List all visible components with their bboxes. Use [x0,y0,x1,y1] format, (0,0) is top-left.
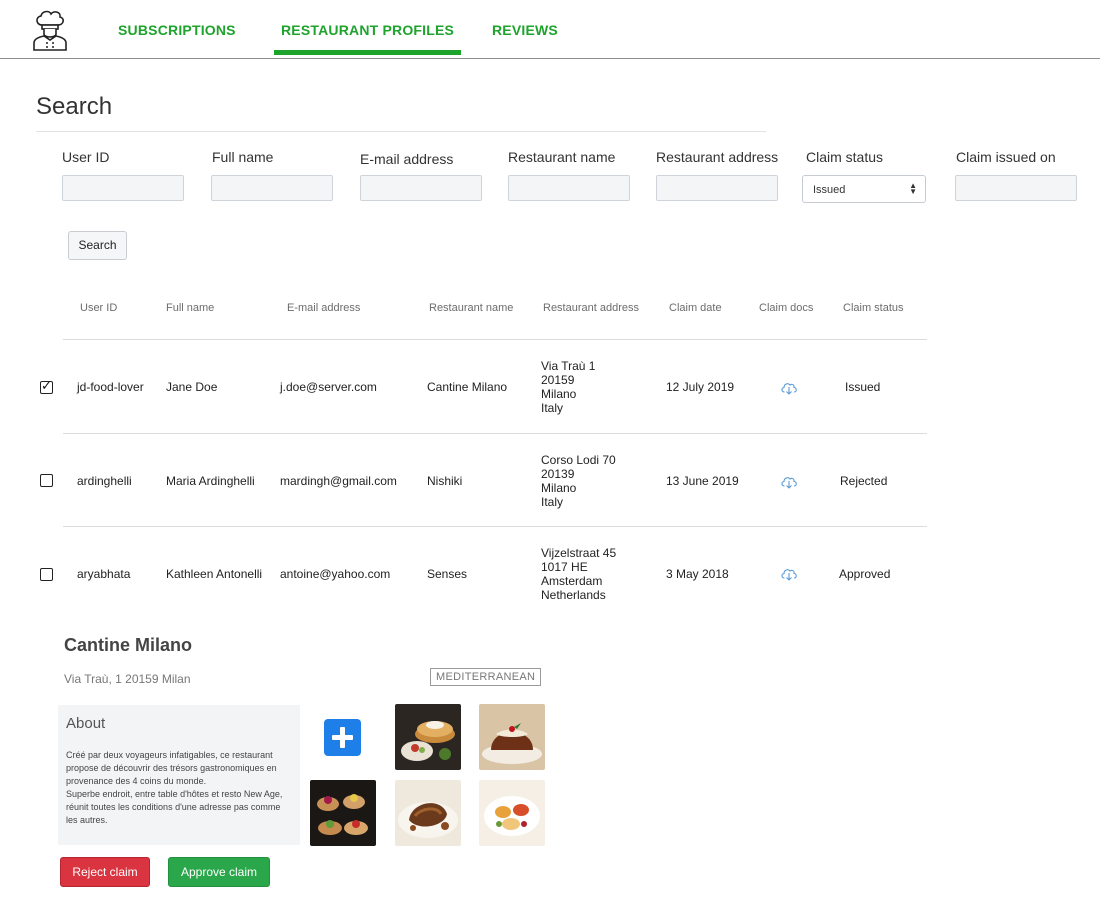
column-header-claim-docs[interactable]: Claim docs [759,302,813,314]
user-id-input[interactable] [62,175,184,201]
email-label: E-mail address [360,151,454,167]
address-line: 1017 HE [541,560,588,574]
cell-email: mardingh@gmail.com [280,474,397,488]
select-caret-icon: ▲ ▼ [909,181,917,196]
column-header-restaurant-address[interactable]: Restaurant address [543,302,639,314]
table-divider [63,526,927,527]
restaurant-title: Cantine Milano [64,635,193,655]
reject-claim-button[interactable]: Reject claim [60,857,150,887]
cloud-download-icon[interactable] [780,475,798,489]
table-divider [63,339,927,340]
about-title: About [66,715,106,732]
canapes-photo[interactable] [310,780,376,846]
cell-restaurant-name: Senses [427,567,468,581]
cell-full-name: Kathleen Antonelli [166,567,263,581]
cell-restaurant-address: Vijzelstraat 45 1017 HE Amsterdam Nether… [541,546,616,602]
restaurant-address-input[interactable] [656,175,778,201]
claim-status-selected: Issued [813,184,846,196]
address-line: Milano [541,481,577,495]
search-title: Search [36,93,113,120]
cell-claim-date: 12 July 2019 [666,380,735,394]
cell-email: j.doe@server.com [280,380,377,394]
add-photo-button[interactable] [324,719,361,756]
about-text: Créé par deux voyageurs infatigables, ce… [66,750,283,825]
cloud-download-icon[interactable] [780,567,798,581]
restaurant-name-label: Restaurant name [508,149,616,165]
address-line: 20159 [541,373,575,387]
claim-status-label: Claim status [806,149,884,165]
row-checkbox[interactable]: ✓ [40,378,53,394]
email-input[interactable] [360,175,482,201]
chef-logo-icon[interactable] [30,10,70,52]
cell-user-id: jd-food-lover [77,380,144,394]
claim-issued-on-label: Claim issued on [956,149,1056,165]
cell-claim-date: 3 May 2018 [666,567,729,581]
about-section: About Créé par deux voyageurs infatigabl… [58,705,300,845]
claim-issued-on-input[interactable] [955,175,1077,201]
address-line: Italy [541,495,564,509]
full-name-input[interactable] [211,175,333,201]
cell-claim-status: Issued [845,380,881,394]
pudding-photo[interactable] [479,704,545,770]
address-line: Via Traù 1 [541,359,596,373]
approve-claim-button[interactable]: Approve claim [168,857,270,887]
search-button[interactable]: Search [68,231,127,260]
address-line: Amsterdam [541,574,603,588]
cell-full-name: Maria Ardinghelli [166,474,255,488]
cell-user-id: ardinghelli [77,474,132,488]
pancakes-photo[interactable] [395,704,461,770]
roast-photo[interactable] [395,780,461,846]
cuisine-tag: MEDITERRANEAN [430,668,542,686]
restaurant-address: Via Traù, 1 20159 Milan [64,672,191,686]
table-divider [63,433,927,434]
row-checkbox[interactable] [40,474,53,487]
cell-claim-status: Approved [839,567,891,581]
cell-claim-status: Rejected [840,474,888,488]
cell-user-id: aryabhata [77,567,131,581]
cloud-download-icon[interactable] [780,381,798,395]
column-header-full-name[interactable]: Full name [166,302,214,314]
dessert-photo[interactable] [479,780,545,846]
restaurant-address-label: Restaurant address [656,149,779,165]
claim-status-select[interactable]: Issued ▲ ▼ [802,175,926,203]
cell-full-name: Jane Doe [166,380,218,394]
address-line: Netherlands [541,588,606,602]
user-id-label: User ID [62,149,110,165]
column-header-restaurant-name[interactable]: Restaurant name [429,302,513,314]
tab-restaurant-profiles[interactable]: RESTAURANT PROFILES [273,22,462,55]
cell-claim-date: 13 June 2019 [666,474,739,488]
column-header-email[interactable]: E-mail address [287,302,360,314]
search-divider [36,131,766,132]
cell-restaurant-name: Cantine Milano [427,380,508,394]
restaurant-name-input[interactable] [508,175,630,201]
address-line: Milano [541,387,577,401]
address-line: Corso Lodi 70 [541,453,616,467]
full-name-label: Full name [212,149,274,165]
top-navigation: SUBSCRIPTIONS RESTAURANT PROFILES REVIEW… [0,0,1100,59]
address-line: Italy [541,401,564,415]
cell-email: antoine@yahoo.com [280,567,391,581]
checkmark-icon: ✓ [41,378,52,393]
cell-restaurant-address: Via Traù 1 20159 Milano Italy [541,359,595,415]
cell-restaurant-address: Corso Lodi 70 20139 Milano Italy [541,453,616,509]
tab-reviews[interactable]: REVIEWS [492,22,558,38]
column-header-claim-date[interactable]: Claim date [669,302,722,314]
address-line: Vijzelstraat 45 [541,546,617,560]
address-line: 20139 [541,467,575,481]
column-header-claim-status[interactable]: Claim status [843,302,904,314]
row-checkbox[interactable] [40,568,53,581]
tab-subscriptions[interactable]: SUBSCRIPTIONS [118,22,236,38]
cell-restaurant-name: Nishiki [427,474,463,488]
column-header-user-id[interactable]: User ID [80,302,117,314]
